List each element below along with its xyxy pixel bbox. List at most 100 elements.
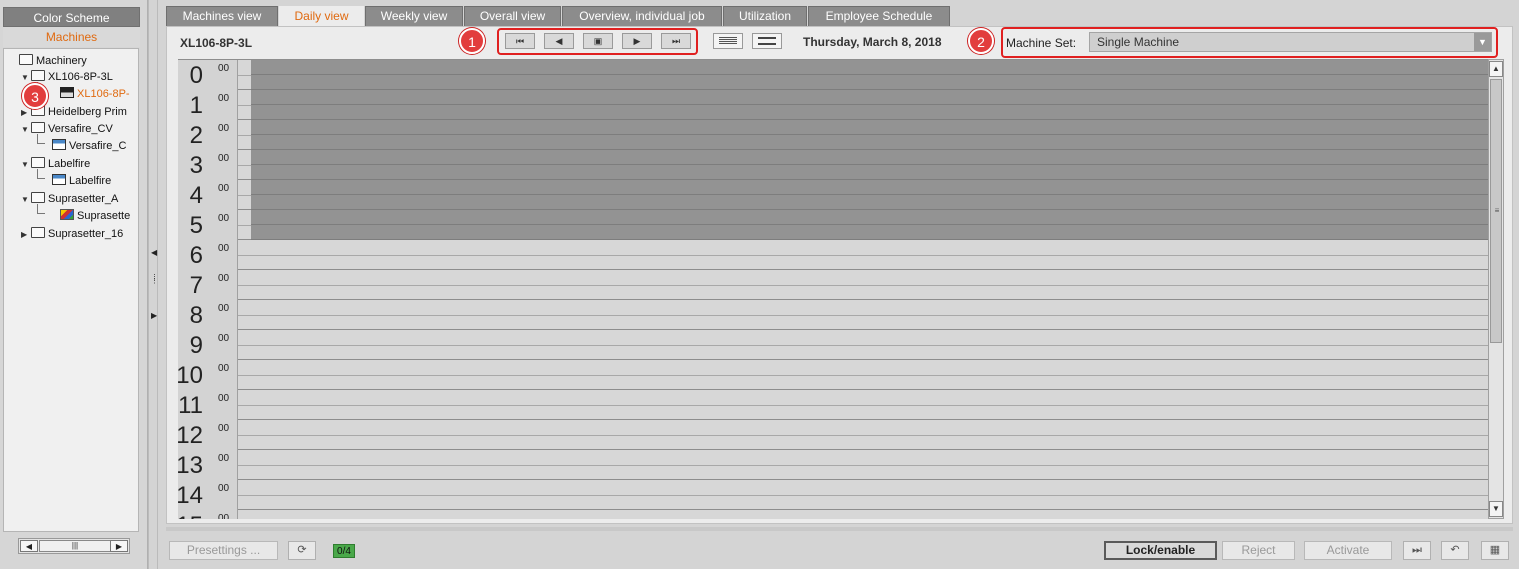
skip-to-first-icon: ⏮ [515, 36, 525, 46]
tree-item-suprasetter-machine[interactable]: Suprasette [60, 208, 130, 224]
tree-item-versafire-machine[interactable]: Versafire_C [52, 138, 126, 154]
hour-minutes: 00 [218, 333, 230, 344]
first-day-button[interactable]: ⏮ [505, 33, 535, 49]
hour-label: 3 00 [178, 150, 238, 180]
collapse-icon[interactable]: ▼ [21, 157, 31, 173]
hour-number: 1 [189, 92, 203, 119]
hour-label: 10 00 [178, 360, 238, 390]
hour-label: 1500 [178, 510, 238, 519]
scroll-up-icon[interactable]: ▲ [1489, 61, 1503, 77]
tab-color-scheme[interactable]: Color Scheme [3, 7, 140, 27]
skip-button[interactable]: ⏭ [1403, 541, 1431, 560]
hour-slot[interactable] [238, 420, 1488, 450]
machine-set-dropdown[interactable]: Single Machine ▼ [1089, 32, 1492, 52]
machine-title: XL106-8P-3L [180, 36, 253, 50]
hour-number: 12 [178, 422, 203, 449]
tree-item-suprasetter-a-group[interactable]: ▼ Suprasetter_A [21, 191, 118, 207]
tab-utilization[interactable]: Utilization [723, 6, 807, 26]
reject-button[interactable]: Reject [1222, 541, 1295, 560]
hour-row[interactable]: 10 00 [178, 360, 1488, 390]
presettings-button[interactable]: Presettings ... [169, 541, 278, 560]
collapse-icon[interactable]: ▼ [21, 192, 31, 208]
tree-item-label: Suprasette [77, 210, 131, 222]
hour-row[interactable]: 9 00 [178, 330, 1488, 360]
schedule-vertical-scrollbar[interactable]: ▲ ≡ ▼ [1488, 59, 1504, 519]
panel-splitter[interactable]: ◀ ⋮ ⋮ ▶ [148, 0, 158, 569]
scrollbar-thumb[interactable]: ≡ [1490, 79, 1502, 343]
hour-slot[interactable] [238, 390, 1488, 420]
tab-overview-individual-job[interactable]: Overview, individual job [562, 6, 722, 26]
expanded-view-button[interactable] [752, 33, 782, 49]
folder-icon [31, 192, 45, 203]
hour-slot[interactable] [238, 510, 1488, 519]
undo-button[interactable]: ↶ [1441, 541, 1469, 560]
hour-minutes: 00 [218, 63, 230, 74]
scroll-right-icon[interactable]: ▶ [110, 540, 128, 552]
grip-icon: ≡ [1494, 206, 1500, 215]
hour-slot[interactable] [238, 480, 1488, 510]
hour-slot[interactable] [238, 450, 1488, 480]
hour-slot[interactable] [238, 240, 1488, 270]
machine-tree: Machinery ▼ XL106-8P-3L XL106-8P- ▶ Heidel… [3, 48, 139, 532]
tab-employee-schedule[interactable]: Employee Schedule [808, 6, 950, 26]
tab-weekly-view[interactable]: Weekly view [365, 6, 463, 26]
hour-row[interactable]: 6 00 [178, 240, 1488, 270]
collapse-icon[interactable]: ▼ [21, 122, 31, 138]
chevron-down-icon[interactable]: ▼ [1474, 33, 1491, 51]
collapse-left-icon[interactable]: ◀ [151, 248, 157, 257]
hour-row[interactable]: 11 00 [178, 390, 1488, 420]
tree-item-xl106-machine[interactable]: XL106-8P- [60, 86, 130, 102]
hour-minutes: 00 [218, 213, 230, 224]
expand-right-icon[interactable]: ▶ [151, 311, 157, 320]
refresh-button[interactable]: ⟳ [288, 541, 316, 560]
hour-row[interactable]: 1500 [178, 510, 1488, 519]
scroll-left-icon[interactable]: ◀ [20, 540, 38, 552]
next-day-button[interactable]: ▶ [622, 33, 652, 49]
hour-slot[interactable] [238, 270, 1488, 300]
hour-label: 9 00 [178, 330, 238, 360]
digital-press-icon [52, 174, 66, 185]
tab-machines-view[interactable]: Machines view [166, 6, 278, 26]
tab-overall-view[interactable]: Overall view [464, 6, 561, 26]
expand-icon[interactable]: ▶ [21, 227, 31, 243]
previous-day-button[interactable]: ◀ [544, 33, 574, 49]
last-day-button[interactable]: ⏭ [661, 33, 691, 49]
tab-machines[interactable]: Machines [3, 27, 140, 47]
half-hour-gridline [238, 375, 1488, 376]
tree-item-suprasetter-16[interactable]: ▶ Suprasetter_16 [21, 226, 123, 242]
hour-row[interactable]: 12 00 [178, 420, 1488, 450]
compact-view-button[interactable] [713, 33, 743, 49]
daily-schedule-grid[interactable]: 0 00 1 00 2 00 3 00 4 00 5 00 6 00 7 00 8 00 9 00 10 00 11 00 12… [178, 59, 1488, 519]
tree-item-machinery[interactable]: Machinery [19, 53, 87, 69]
activate-button[interactable]: Activate [1304, 541, 1392, 560]
splitter-grip[interactable]: ⋮ ⋮ [151, 274, 158, 285]
list-dense-icon [719, 37, 737, 45]
tree-item-versafire-group[interactable]: ▼ Versafire_CV [21, 121, 113, 137]
tree-item-labelfire-machine[interactable]: Labelfire [52, 173, 111, 189]
hour-minutes: 00 [218, 273, 230, 284]
hour-slot[interactable] [238, 330, 1488, 360]
half-hour-gridline [238, 465, 1488, 466]
lock-enable-button[interactable]: Lock/enable [1104, 541, 1217, 560]
hour-row[interactable]: 13 00 [178, 450, 1488, 480]
hour-row[interactable]: 8 00 [178, 300, 1488, 330]
calculator-button[interactable]: ▦ [1481, 541, 1509, 560]
time-gridline [251, 104, 1488, 105]
previous-icon: ◀ [555, 36, 563, 46]
tree-item-labelfire-group[interactable]: ▼ Labelfire [21, 156, 90, 172]
folder-icon [31, 70, 45, 81]
tree-horizontal-scrollbar[interactable]: ◀ ||| ▶ [18, 538, 130, 554]
time-gridline [251, 209, 1488, 210]
hour-label: 2 00 [178, 120, 238, 150]
hour-row[interactable]: 14 00 [178, 480, 1488, 510]
hour-label: 8 00 [178, 300, 238, 330]
hour-slot[interactable] [238, 360, 1488, 390]
scrollbar-thumb[interactable]: ||| [39, 540, 111, 552]
scroll-down-icon[interactable]: ▼ [1489, 501, 1503, 517]
booked-time-block[interactable] [251, 60, 1488, 240]
hour-row[interactable]: 7 00 [178, 270, 1488, 300]
hour-slot[interactable] [238, 300, 1488, 330]
today-button[interactable]: ▣ [583, 33, 613, 49]
tab-daily-view[interactable]: Daily view [279, 6, 364, 27]
time-gridline [251, 149, 1488, 150]
